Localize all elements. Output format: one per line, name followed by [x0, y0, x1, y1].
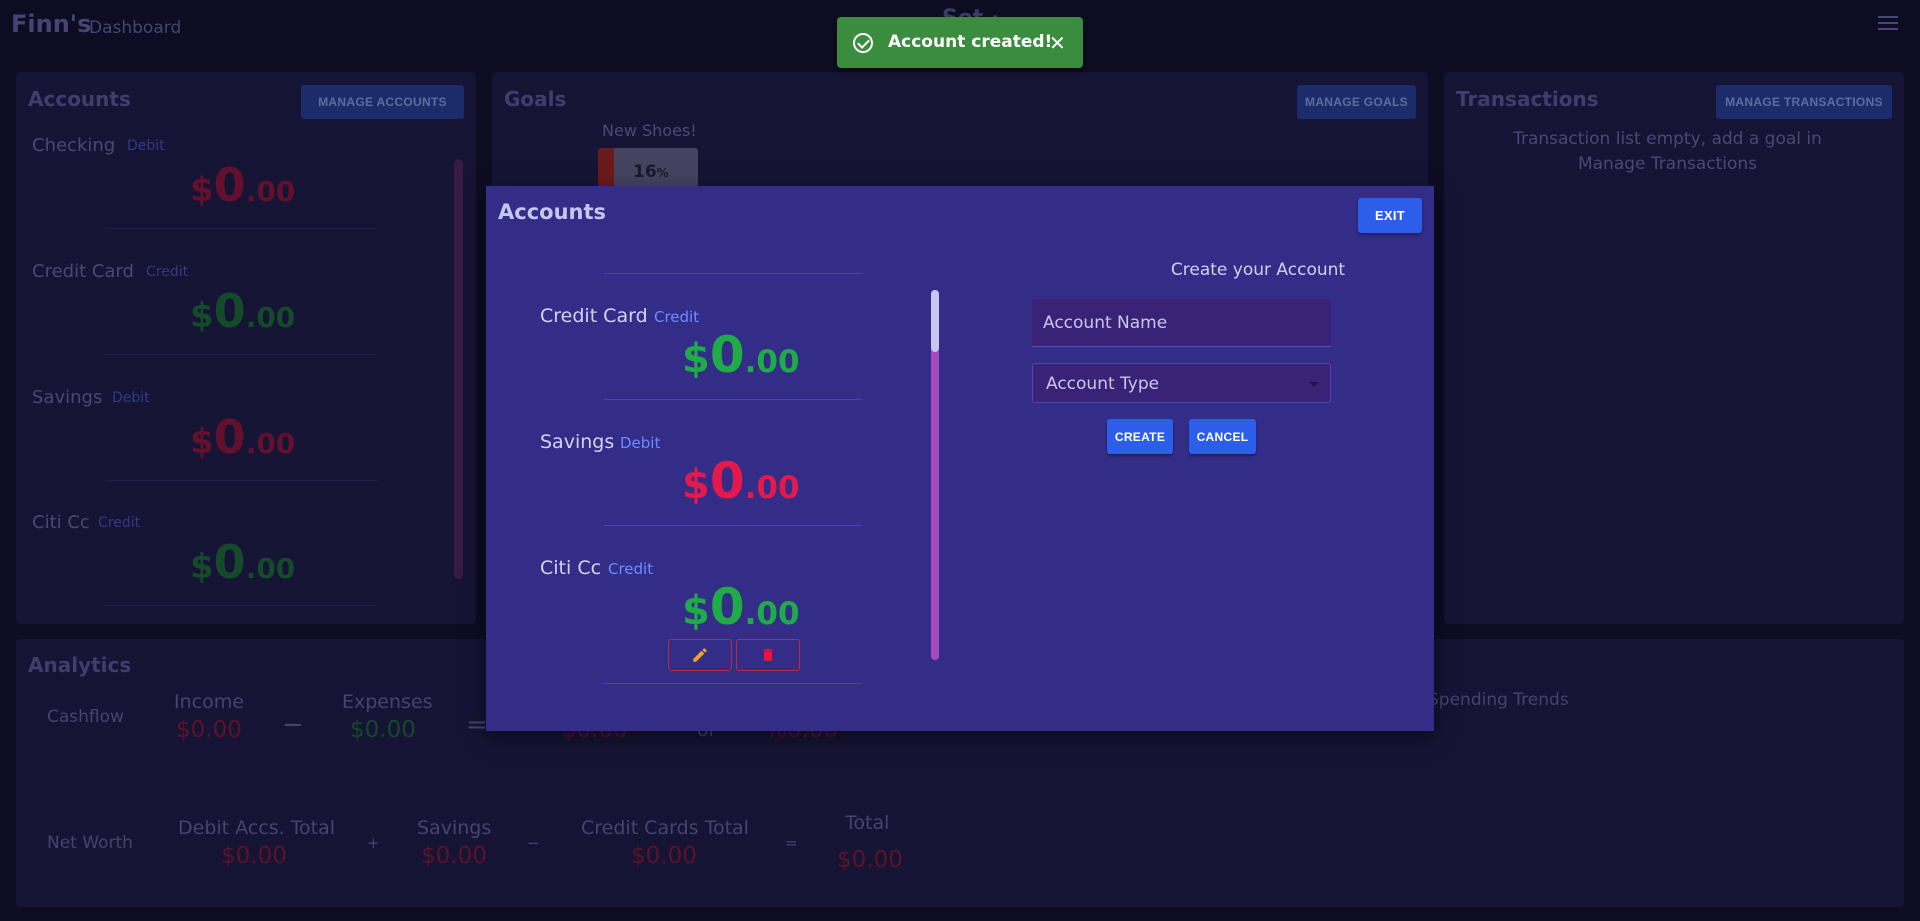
account-balance: $0.00 [682, 326, 800, 384]
exit-button[interactable]: EXIT [1358, 198, 1422, 233]
account-type: Credit [98, 515, 141, 531]
trash-icon [763, 649, 773, 661]
modal-scrollbar-thumb[interactable] [931, 290, 939, 352]
accounts-scrollbar[interactable] [454, 159, 463, 579]
manage-transactions-button[interactable]: MANAGE TRANSACTIONS [1716, 85, 1892, 119]
close-icon[interactable]: ✕ [1049, 31, 1066, 55]
analytics-title: Analytics [28, 653, 132, 677]
account-type: Debit [127, 138, 165, 154]
expenses-value: $0.00 [350, 717, 416, 743]
equals-operator: = [466, 710, 488, 740]
account-name: Checking [32, 135, 116, 156]
success-toast: Account created! ✕ [837, 17, 1083, 68]
net-total-value: $0.00 [837, 847, 903, 873]
divider [604, 399, 862, 400]
account-balance: $0.00 [190, 535, 296, 589]
create-account-title: Create your Account [1170, 260, 1346, 280]
transactions-empty-message: Transaction list empty, add a goal in Ma… [1513, 129, 1822, 174]
goal-percent: 16% [633, 162, 669, 182]
edit-account-button[interactable] [668, 639, 732, 671]
account-type: Debit [112, 390, 150, 406]
account-balance: $0.00 [190, 410, 296, 464]
account-balance: $0.00 [682, 452, 800, 510]
account-type: Credit [654, 308, 700, 326]
account-balance: $0.00 [190, 158, 296, 212]
manage-goals-button[interactable]: MANAGE GOALS [1297, 85, 1416, 119]
minus-operator: − [282, 710, 304, 740]
net-total-label: Total [845, 812, 890, 834]
goal-name: New Shoes! [602, 121, 697, 140]
cashflow-label: Cashflow [47, 707, 124, 727]
account-type: Credit [608, 560, 654, 578]
savings-total-value: $0.00 [421, 843, 487, 869]
transactions-panel-title: Transactions [1456, 87, 1599, 111]
divider [604, 525, 862, 526]
account-name-placeholder: Account Name [1043, 313, 1168, 333]
toast-message: Account created! [888, 32, 1053, 52]
divider [105, 354, 377, 355]
account-name: Savings [32, 387, 103, 408]
divider [105, 605, 377, 606]
manage-accounts-button[interactable]: MANAGE ACCOUNTS [301, 85, 464, 119]
account-balance: $0.00 [682, 578, 800, 636]
net-worth-label: Net Worth [47, 833, 133, 853]
expenses-label: Expenses [342, 691, 433, 713]
cancel-button[interactable]: CANCEL [1189, 419, 1256, 454]
account-type: Credit [146, 264, 189, 280]
divider [105, 228, 377, 229]
divider [604, 273, 862, 274]
hamburger-menu-icon[interactable] [1878, 16, 1898, 30]
brand-title: Finn's [11, 10, 92, 38]
account-name: Citi Cc [32, 512, 90, 533]
account-type-placeholder: Account Type [1046, 374, 1160, 394]
account-name: Credit Card [540, 305, 648, 327]
accounts-panel-title: Accounts [28, 87, 131, 111]
equals-operator: = [785, 834, 798, 852]
account-balance: $0.00 [190, 284, 296, 338]
create-button[interactable]: CREATE [1107, 419, 1173, 454]
income-value: $0.00 [176, 717, 242, 743]
minus-operator: − [527, 834, 540, 852]
income-label: Income [174, 691, 244, 713]
divider [105, 480, 377, 481]
account-type: Debit [620, 434, 661, 452]
chevron-down-icon [1309, 382, 1319, 387]
delete-account-button[interactable] [736, 639, 800, 671]
accounts-modal: Accounts EXIT Credit Card Credit $0.00 S… [486, 186, 1434, 731]
debit-total-value: $0.00 [221, 843, 287, 869]
account-name: Credit Card [32, 261, 134, 282]
account-name: Savings [540, 431, 615, 453]
modal-title: Accounts [498, 200, 607, 224]
credit-total-label: Credit Cards Total [581, 817, 749, 839]
goal-progress-fill [598, 148, 614, 188]
brand-subtitle: Dashboard [89, 18, 182, 38]
divider [604, 683, 862, 684]
goals-panel-title: Goals [504, 87, 567, 111]
check-circle-icon [853, 33, 873, 53]
account-name: Citi Cc [540, 557, 602, 579]
plus-operator: + [367, 834, 380, 852]
pencil-icon [693, 648, 707, 662]
account-type-select[interactable]: Account Type [1032, 363, 1331, 403]
account-name-field[interactable]: Account Name [1032, 299, 1331, 347]
spending-trends-label: Spending Trends [1428, 690, 1569, 710]
credit-total-value: $0.00 [631, 843, 697, 869]
debit-total-label: Debit Accs. Total [178, 817, 336, 839]
savings-total-label: Savings [417, 817, 492, 839]
